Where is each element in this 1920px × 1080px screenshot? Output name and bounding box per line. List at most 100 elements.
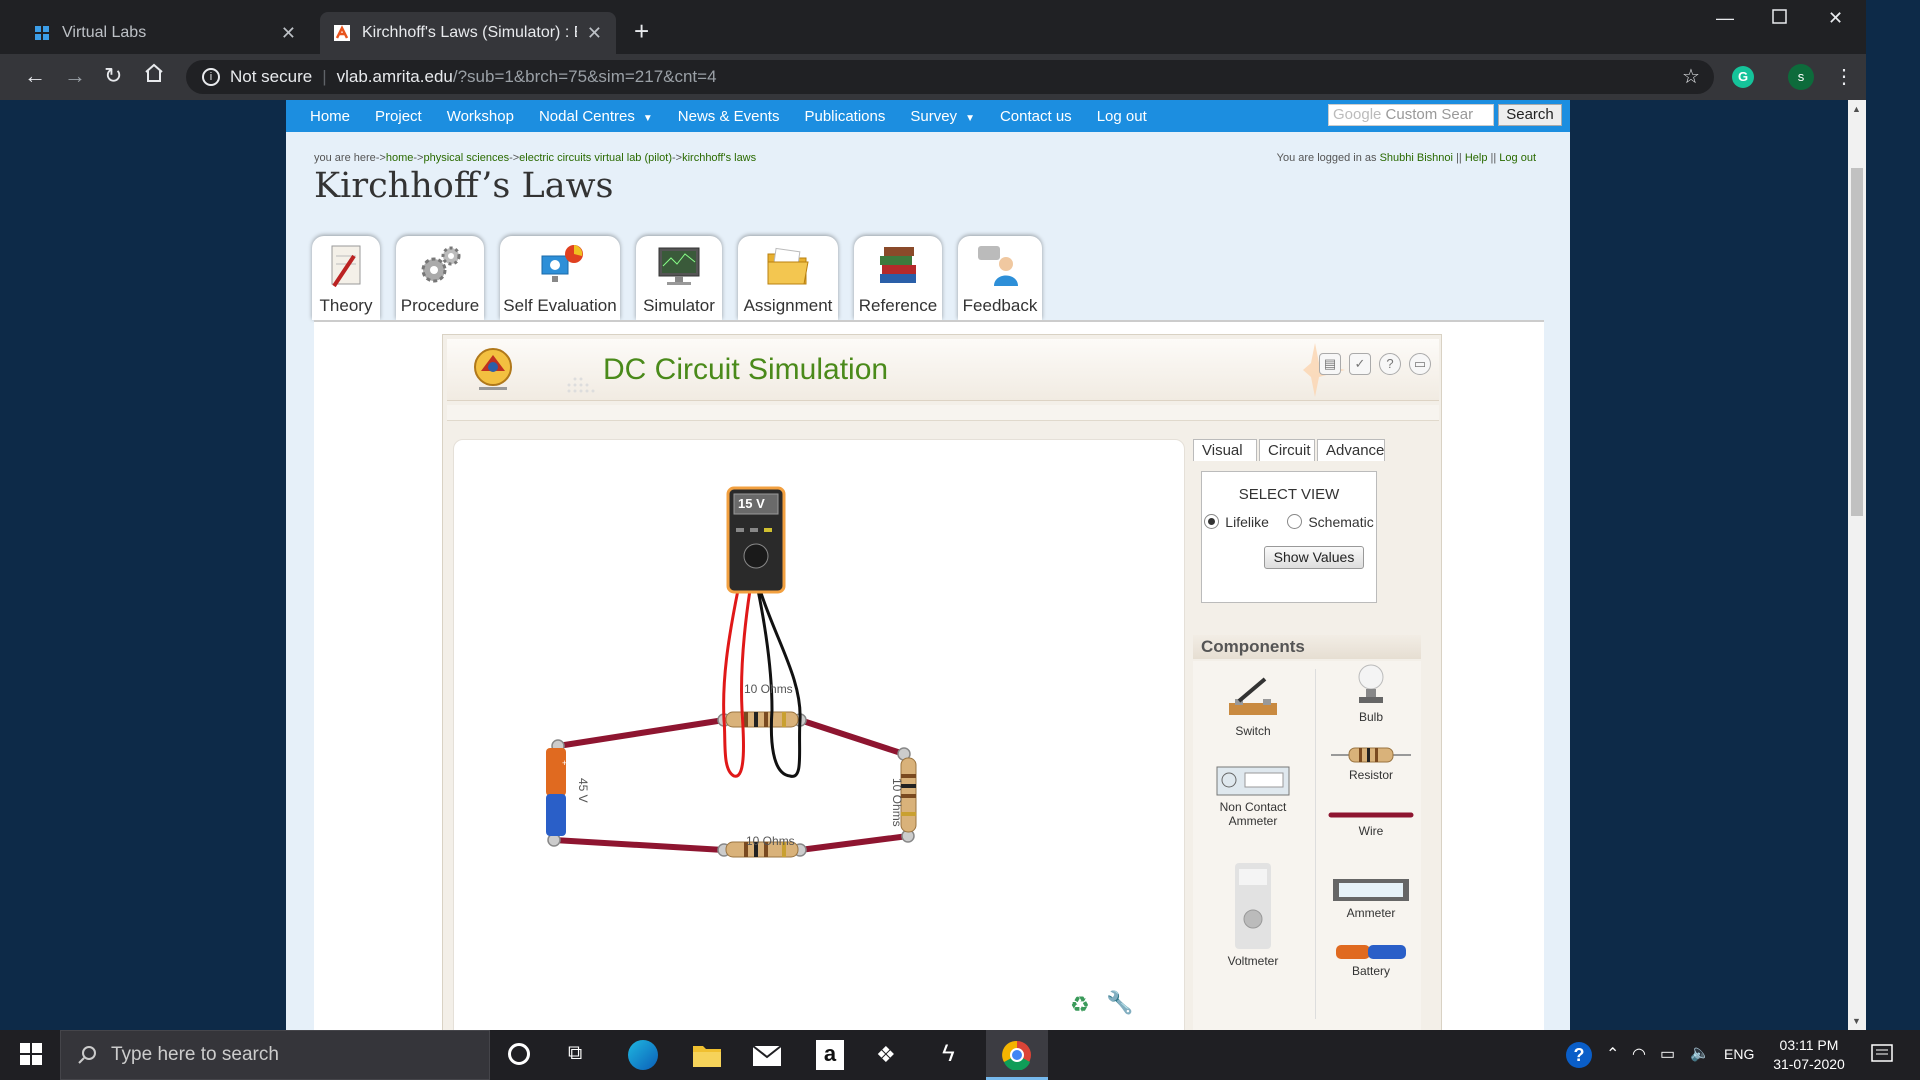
voltmeter-icon <box>1235 863 1271 949</box>
logout-link[interactable]: Log out <box>1499 152 1536 164</box>
close-tab-icon[interactable]: ✕ <box>587 23 602 44</box>
cortana-icon[interactable] <box>508 1043 530 1065</box>
browser-tab-kirchhoff[interactable]: Kirchhoff's Laws (Simulator) : Elec ✕ <box>320 12 616 54</box>
schematic-option[interactable]: Schematic <box>1287 513 1374 530</box>
home-icon[interactable] <box>144 62 164 90</box>
app-bolt-icon[interactable]: ϟ <box>942 1040 955 1068</box>
nav-publications[interactable]: Publications <box>804 108 885 125</box>
wire[interactable] <box>555 717 727 749</box>
breadcrumb-kirchhoffs-laws[interactable]: kirchhoff's laws <box>682 152 756 164</box>
taskbar-chrome-button[interactable] <box>986 1030 1048 1080</box>
volume-icon[interactable]: 🔈 <box>1690 1043 1710 1063</box>
circuit-canvas[interactable]: + 15 V 10 Ohms 10 Ohms 10 Ohms 45 V ♻ 🔧 <box>453 439 1185 1030</box>
tab-circuit[interactable]: Circuit <box>1259 439 1315 461</box>
help-link[interactable]: Help <box>1465 152 1488 164</box>
login-user[interactable]: Shubhi Bishnoi <box>1380 152 1453 164</box>
component-non-contact-ammeter[interactable]: Non Contact Ammeter <box>1199 765 1307 828</box>
back-icon[interactable]: ← <box>24 63 46 89</box>
close-window-icon[interactable]: ✕ <box>1828 8 1843 29</box>
breadcrumb-home[interactable]: home <box>386 152 414 164</box>
help-icon[interactable]: ? <box>1379 353 1401 375</box>
nav-workshop[interactable]: Workshop <box>447 108 514 125</box>
nav-survey[interactable]: Survey ▼ <box>910 108 975 125</box>
maximize-icon[interactable] <box>1772 9 1788 30</box>
checklist-icon[interactable]: ✓ <box>1349 353 1371 375</box>
forward-icon[interactable]: → <box>64 63 86 89</box>
help-tray-icon[interactable]: ? <box>1566 1042 1592 1068</box>
tab-advanced[interactable]: Advanced <box>1317 439 1385 461</box>
radio-lifelike[interactable] <box>1204 514 1220 530</box>
tab-self-evaluation[interactable]: Self Evaluation <box>500 236 620 320</box>
nav-news-events[interactable]: News & Events <box>678 108 780 125</box>
component-battery[interactable]: Battery <box>1323 943 1419 978</box>
tab-procedure[interactable]: Procedure <box>396 236 484 320</box>
radio-schematic[interactable] <box>1287 514 1303 530</box>
component-bulb[interactable]: Bulb <box>1323 661 1419 724</box>
tab-simulator[interactable]: Simulator <box>636 236 722 320</box>
component-voltmeter[interactable]: Voltmeter <box>1207 861 1299 968</box>
component-label: Non Contact Ammeter <box>1219 800 1287 828</box>
new-tab-button[interactable]: + <box>634 16 649 47</box>
tab-reference[interactable]: Reference <box>854 236 942 320</box>
component-wire[interactable]: Wire <box>1323 809 1419 838</box>
minimize-icon[interactable]: — <box>1716 8 1734 29</box>
tray-expand-icon[interactable]: ⌃ <box>1606 1044 1619 1064</box>
bookmark-star-icon[interactable]: ☆ <box>1682 64 1700 89</box>
close-tab-icon[interactable]: ✕ <box>281 23 296 44</box>
component-switch[interactable]: Switch <box>1207 673 1299 738</box>
save-icon[interactable]: ▤ <box>1319 353 1341 375</box>
profile-avatar[interactable]: s <box>1788 64 1814 90</box>
windows-start-icon[interactable] <box>20 1043 42 1070</box>
self-evaluation-icon <box>541 245 583 282</box>
component-ammeter[interactable]: Ammeter <box>1323 877 1419 920</box>
nav-nodal-centres[interactable]: Nodal Centres ▼ <box>539 108 653 125</box>
wire[interactable] <box>797 833 911 853</box>
taskbar-search-box[interactable]: Type here to search <box>60 1030 490 1080</box>
scroll-up-icon[interactable]: ▲ <box>1852 104 1861 114</box>
wire[interactable] <box>551 837 727 853</box>
custom-search-input[interactable]: Google Custom Sear <box>1328 104 1494 126</box>
wire[interactable] <box>797 717 907 757</box>
show-values-button[interactable]: Show Values <box>1264 546 1364 569</box>
nav-contact[interactable]: Contact us <box>1000 108 1072 125</box>
tab-assignment[interactable]: Assignment <box>738 236 838 320</box>
page-scrollbar[interactable]: ▲ ▼ <box>1848 100 1866 1030</box>
scroll-down-icon[interactable]: ▼ <box>1852 1016 1861 1026</box>
info-icon[interactable]: i <box>202 68 220 86</box>
nav-logout[interactable]: Log out <box>1097 108 1147 125</box>
breadcrumb-electric-circuits[interactable]: electric circuits virtual lab (pilot) <box>519 152 672 164</box>
recycle-bin-icon[interactable]: ♻ <box>1070 992 1090 1018</box>
address-bar[interactable]: i Not secure | vlab.amrita.edu /?sub=1&b… <box>186 60 1714 94</box>
component-resistor[interactable]: Resistor <box>1323 745 1419 782</box>
battery[interactable]: + <box>546 748 567 836</box>
language-indicator[interactable]: ENG <box>1724 1046 1754 1062</box>
task-view-icon[interactable]: ⧉ <box>568 1042 582 1065</box>
reload-icon[interactable]: ↻ <box>104 63 122 89</box>
fullscreen-icon[interactable]: ▭ <box>1409 353 1431 375</box>
nav-project[interactable]: Project <box>375 108 422 125</box>
file-explorer-icon[interactable] <box>692 1042 722 1073</box>
battery-tray-icon[interactable]: ▭ <box>1660 1044 1675 1064</box>
notifications-icon[interactable] <box>1870 1042 1894 1071</box>
browser-tab-virtual-labs[interactable]: Virtual Labs ✕ <box>20 12 310 54</box>
amazon-icon[interactable]: a <box>816 1040 844 1070</box>
tab-feedback[interactable]: Feedback <box>958 236 1042 320</box>
search-button[interactable]: Search <box>1498 104 1562 126</box>
nav-home[interactable]: Home <box>310 108 350 125</box>
wifi-icon[interactable]: ◠ <box>1632 1044 1646 1064</box>
lifelike-option[interactable]: Lifelike <box>1204 513 1269 530</box>
browser-tab-bar: Virtual Labs ✕ Kirchhoff's Laws (Simulat… <box>0 0 1866 54</box>
wrench-icon[interactable]: 🔧 <box>1106 990 1133 1016</box>
breadcrumb-physical-sciences[interactable]: physical sciences <box>423 152 509 164</box>
tab-theory[interactable]: Theory <box>312 236 380 320</box>
scrollbar-thumb[interactable] <box>1851 168 1863 516</box>
google-watermark: Google <box>1333 106 1382 123</box>
menu-kebab-icon[interactable]: ⋮ <box>1834 64 1854 89</box>
edge-icon[interactable] <box>628 1040 658 1070</box>
clock[interactable]: 03:11 PM 31-07-2020 <box>1764 1036 1854 1074</box>
tab-visual[interactable]: Visual <box>1193 439 1257 461</box>
dropbox-icon[interactable]: ❖ <box>876 1042 896 1068</box>
mail-icon[interactable] <box>752 1043 782 1072</box>
resistor-top[interactable] <box>725 711 799 728</box>
grammarly-extension-icon[interactable]: G <box>1732 66 1754 88</box>
